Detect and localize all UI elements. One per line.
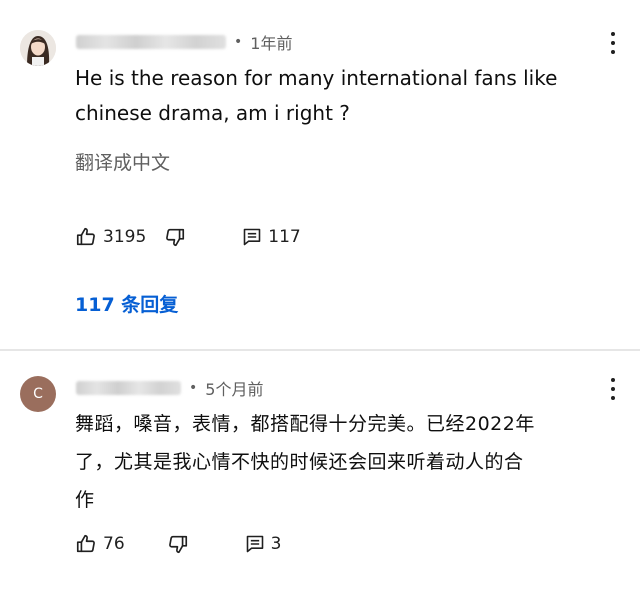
reply-count: 117	[268, 227, 301, 247]
comment-text: He is the reason for many international …	[75, 66, 558, 125]
like-button[interactable]: 76	[75, 533, 125, 555]
like-button[interactable]: 3195	[75, 226, 146, 248]
avatar-letter: C	[33, 386, 43, 402]
comment-meta: • 1年前	[76, 30, 292, 54]
comment-time[interactable]: 1年前	[250, 30, 292, 54]
comment-time[interactable]: 5个月前	[205, 376, 263, 400]
thumbs-down-icon	[166, 228, 185, 247]
comment-actions: 76 3	[75, 533, 281, 555]
thumbs-up-icon	[76, 534, 95, 553]
comment-actions: 3195 117	[75, 226, 301, 248]
more-vert-icon[interactable]	[610, 32, 616, 54]
thumbs-down-icon	[168, 535, 187, 554]
reply-count: 3	[270, 534, 282, 554]
more-vert-icon[interactable]	[610, 378, 616, 400]
author-name[interactable]	[76, 35, 226, 49]
dislike-button[interactable]	[167, 533, 189, 555]
meta-separator: •	[189, 380, 198, 396]
avatar[interactable]	[20, 30, 56, 66]
translate-link[interactable]: 翻译成中文	[75, 148, 170, 175]
like-count: 76	[103, 534, 125, 554]
comment-meta: • 5个月前	[76, 376, 263, 400]
meta-separator: •	[234, 34, 243, 50]
reply-button[interactable]: 117	[242, 227, 301, 247]
author-name[interactable]	[76, 381, 181, 395]
avatar[interactable]: C	[20, 376, 56, 412]
thumbs-up-icon	[76, 227, 95, 246]
dislike-button[interactable]	[164, 226, 186, 248]
reply-button[interactable]: 3	[245, 534, 282, 554]
reply-icon	[246, 535, 263, 553]
comment-text: 舞蹈，嗓音，表情，都搭配得十分完美。已经2022年 了，尤其是我心情不快的时候还…	[75, 413, 535, 511]
comment-1: • 1年前 He is the reason for many internat…	[0, 0, 640, 349]
like-count: 3195	[103, 227, 147, 247]
reply-icon	[243, 228, 261, 246]
view-replies-link[interactable]: 117 条回复	[75, 290, 178, 317]
